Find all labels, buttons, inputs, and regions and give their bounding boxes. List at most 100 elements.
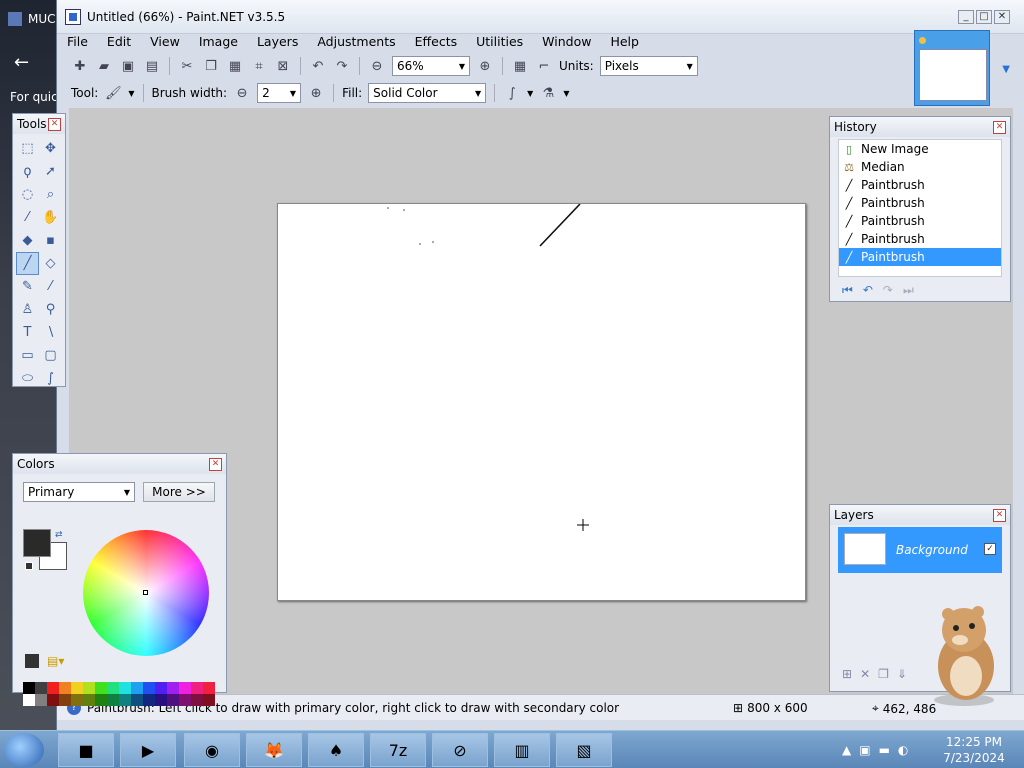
minimize-button[interactable]: _ <box>958 10 974 24</box>
layers-panel-header[interactable]: Layers ✕ <box>830 505 1010 525</box>
title-bar[interactable]: Untitled (66%) - Paint.NET v3.5.5 <box>57 0 1024 34</box>
palette-swatch[interactable] <box>155 694 167 706</box>
fill-combo[interactable]: Solid Color ▼ <box>368 83 487 103</box>
primary-color-swatch[interactable] <box>23 529 51 557</box>
taskbar-7zip-icon[interactable]: 7z <box>370 733 426 767</box>
history-item[interactable]: ╱ Paintbrush <box>839 212 1001 230</box>
save-icon[interactable]: ▣ <box>119 57 137 75</box>
taskbar-paintnet-icon[interactable]: ▧ <box>556 733 612 767</box>
brush-width-combo[interactable]: 2 ▼ <box>257 83 302 103</box>
menu-layers[interactable]: Layers <box>257 34 298 49</box>
taskbar-solitaire-icon[interactable]: ♠ <box>308 733 364 767</box>
duplicate-layer-icon[interactable]: ❐ <box>878 667 889 681</box>
close-button[interactable]: ✕ <box>994 10 1010 24</box>
antialias-icon[interactable]: ∫ <box>503 84 521 102</box>
zoom-icon[interactable]: ⌕ <box>39 183 62 206</box>
system-clock[interactable]: 12:25 PM 7/23/2024 <box>938 734 1010 766</box>
palette-swatch[interactable] <box>95 694 107 706</box>
chevron-down-icon[interactable]: ▼ <box>527 89 533 98</box>
palette-swatch[interactable] <box>167 694 179 706</box>
palette-swatch[interactable] <box>179 682 191 694</box>
chevron-down-icon[interactable]: ▼ <box>128 89 134 98</box>
menu-image[interactable]: Image <box>199 34 238 49</box>
palette-swatch[interactable] <box>107 694 119 706</box>
palette-swatch[interactable] <box>191 682 203 694</box>
rectangle-icon[interactable]: ▭ <box>16 344 39 367</box>
blend-mode-icon[interactable]: ⚗ <box>539 84 557 102</box>
ruler-icon[interactable]: ⌐ <box>535 57 553 75</box>
menu-adjustments[interactable]: Adjustments <box>317 34 395 49</box>
color-mode-combo[interactable]: Primary ▼ <box>23 482 135 502</box>
layer-item-background[interactable]: Background ✓ <box>838 527 1002 573</box>
menu-effects[interactable]: Effects <box>415 34 458 49</box>
menu-file[interactable]: File <box>67 34 88 49</box>
recolor-icon[interactable]: ⚲ <box>39 298 62 321</box>
menu-window[interactable]: Window <box>542 34 591 49</box>
palette-swatch[interactable] <box>47 682 59 694</box>
chevron-down-icon[interactable]: ▼ <box>1002 64 1010 75</box>
fast-forward-icon[interactable]: ⏭ <box>903 283 914 298</box>
taskbar-app-box-icon[interactable]: ▥ <box>494 733 550 767</box>
print-icon[interactable]: ▤ <box>143 57 161 75</box>
line-curve-icon[interactable]: ∖ <box>39 321 62 344</box>
menu-utilities[interactable]: Utilities <box>476 34 523 49</box>
palette-swatch[interactable] <box>71 682 83 694</box>
freeform-shape-icon[interactable]: ∫ <box>39 367 62 390</box>
pan-hand-icon[interactable]: ✋ <box>39 206 62 229</box>
deselect-icon[interactable]: ⊠ <box>274 57 292 75</box>
tray-expand-icon[interactable]: ▲ <box>842 743 851 757</box>
palette-swatch[interactable] <box>47 694 59 706</box>
close-icon[interactable]: ✕ <box>993 508 1006 522</box>
gradient-icon[interactable]: ▪ <box>39 229 62 252</box>
tray-volume-icon[interactable]: ◐ <box>898 743 908 757</box>
colors-panel-header[interactable]: Colors ✕ <box>13 454 226 474</box>
add-layer-icon[interactable]: ⊞ <box>842 667 852 681</box>
new-file-icon[interactable]: ✚ <box>71 57 89 75</box>
menu-edit[interactable]: Edit <box>107 34 131 49</box>
palette-swatch[interactable] <box>191 694 203 706</box>
merge-layer-icon[interactable]: ⇓ <box>897 667 907 681</box>
palette-swatch[interactable] <box>83 682 95 694</box>
palette-swatch[interactable] <box>131 694 143 706</box>
color-palette[interactable] <box>23 682 215 706</box>
rectangle-select-icon[interactable]: ⬚ <box>16 137 39 160</box>
rounded-rectangle-icon[interactable]: ▢ <box>39 344 62 367</box>
delete-layer-icon[interactable]: ✕ <box>860 667 870 681</box>
move-selection-icon[interactable]: ➚ <box>39 160 62 183</box>
menu-view[interactable]: View <box>150 34 180 49</box>
paint-bucket-icon[interactable]: ◆ <box>16 229 39 252</box>
maximize-button[interactable]: □ <box>976 10 992 24</box>
paintbrush-tool-icon[interactable]: ╱ <box>16 252 39 275</box>
palette-swatch[interactable] <box>119 682 131 694</box>
reset-colors-icon[interactable] <box>25 562 33 570</box>
palette-swatch[interactable] <box>23 682 35 694</box>
increase-width-icon[interactable]: ⊕ <box>307 84 325 102</box>
redo-icon[interactable]: ↷ <box>883 283 893 298</box>
palette-swatch[interactable] <box>203 694 215 706</box>
palette-swatch[interactable] <box>143 694 155 706</box>
history-item[interactable]: ╱ Paintbrush <box>839 194 1001 212</box>
pencil-icon[interactable]: ✎ <box>16 275 39 298</box>
undo-icon[interactable]: ↶ <box>863 283 873 298</box>
layer-visibility-checkbox[interactable]: ✓ <box>984 543 996 555</box>
open-folder-icon[interactable]: ▰ <box>95 57 113 75</box>
palette-swatch[interactable] <box>155 682 167 694</box>
decrease-width-icon[interactable]: ⊖ <box>233 84 251 102</box>
zoom-in-icon[interactable]: ⊕ <box>476 57 494 75</box>
lasso-select-icon[interactable]: ϙ <box>16 160 39 183</box>
history-item[interactable]: ╱ Paintbrush <box>839 230 1001 248</box>
tray-network-icon[interactable]: ▬ <box>879 743 890 757</box>
taskbar-media-player-icon[interactable]: ▶ <box>120 733 176 767</box>
palette-swatch[interactable] <box>131 682 143 694</box>
copy-icon[interactable]: ❐ <box>202 57 220 75</box>
palette-swatch[interactable] <box>179 694 191 706</box>
color-picker-icon[interactable]: ⁄ <box>39 275 62 298</box>
zoom-combo[interactable]: 66% ▼ <box>392 56 470 76</box>
palette-swatch[interactable] <box>143 682 155 694</box>
tools-panel-header[interactable]: Tools ✕ <box>13 114 65 134</box>
ellipse-icon[interactable]: ⬭ <box>16 367 39 390</box>
back-arrow-icon[interactable]: ← <box>14 52 29 73</box>
crop-icon[interactable]: ⌗ <box>250 57 268 75</box>
zoom-out-icon[interactable]: ⊖ <box>368 57 386 75</box>
move-selected-icon[interactable]: ✥ <box>39 137 62 160</box>
